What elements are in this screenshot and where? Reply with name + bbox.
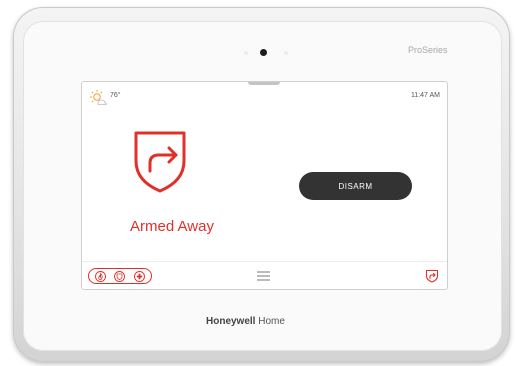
disarm-button[interactable]: DISARM <box>299 172 412 200</box>
proximity-sensor <box>284 51 288 55</box>
temperature-readout[interactable]: 76° <box>110 92 121 99</box>
arm-status-label: Armed Away <box>130 218 214 235</box>
clock: 11:47 AM <box>410 92 440 99</box>
security-icon <box>114 270 126 282</box>
brand-logo: Honeywell Home <box>206 316 285 327</box>
sun-cloud-icon[interactable] <box>89 89 107 107</box>
hamburger-menu-icon[interactable] <box>257 271 270 281</box>
shield-arrow-icon <box>134 131 186 193</box>
shield-arrow-icon[interactable] <box>425 269 439 283</box>
sensor-status-group[interactable] <box>88 268 152 284</box>
pull-down-tab[interactable] <box>248 82 280 85</box>
bottom-bar <box>82 261 447 289</box>
brand-suffix: Home <box>255 316 285 327</box>
touch-screen: 76° 11:47 AM Armed Away DISARM <box>81 81 448 290</box>
camera-lens <box>260 49 267 56</box>
fire-icon <box>95 270 107 282</box>
model-label: ProSeries <box>408 45 448 55</box>
medical-icon <box>133 270 145 282</box>
brand-name: Honeywell <box>206 316 256 327</box>
ambient-sensor <box>244 51 248 55</box>
